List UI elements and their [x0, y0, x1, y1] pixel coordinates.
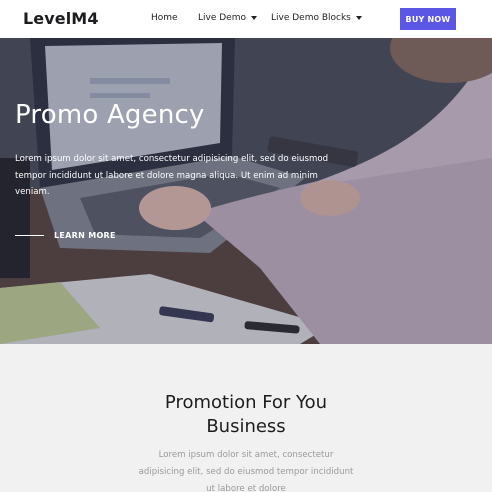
learn-more-line: [15, 235, 44, 236]
buy-now-button[interactable]: BUY NOW: [400, 8, 456, 30]
chevron-down-icon: [250, 16, 257, 20]
chevron-down-icon: [355, 16, 362, 20]
nav-item-live-demo[interactable]: Live Demo: [198, 13, 257, 23]
section-title-text: Promotion For You Business: [164, 392, 328, 437]
learn-more-link[interactable]: LEARN MORE: [15, 231, 116, 240]
hero-description: Lorem ipsum dolor sit amet, consectetur …: [15, 154, 329, 197]
learn-more-label: LEARN MORE: [54, 231, 116, 240]
hero-title: Promo Agency: [15, 100, 205, 130]
nav-item-label: Live Demo: [198, 13, 246, 23]
top-navbar: LevelM4 Home Live Demo Live Demo Blocks …: [0, 0, 492, 38]
promotion-section: Promotion For You Business Lorem ipsum d…: [0, 344, 492, 492]
nav-item-home[interactable]: Home: [151, 13, 178, 23]
hero-section: Promo Agency Lorem ipsum dolor sit amet,…: [0, 38, 492, 344]
section-title: Promotion For You Business: [0, 391, 492, 439]
nav-item-label: Home: [151, 13, 178, 23]
nav-item-live-demo-blocks[interactable]: Live Demo Blocks: [271, 13, 362, 23]
section-description: Lorem ipsum dolor sit amet, consectetur …: [138, 450, 354, 492]
nav-item-label: Live Demo Blocks: [271, 13, 351, 23]
